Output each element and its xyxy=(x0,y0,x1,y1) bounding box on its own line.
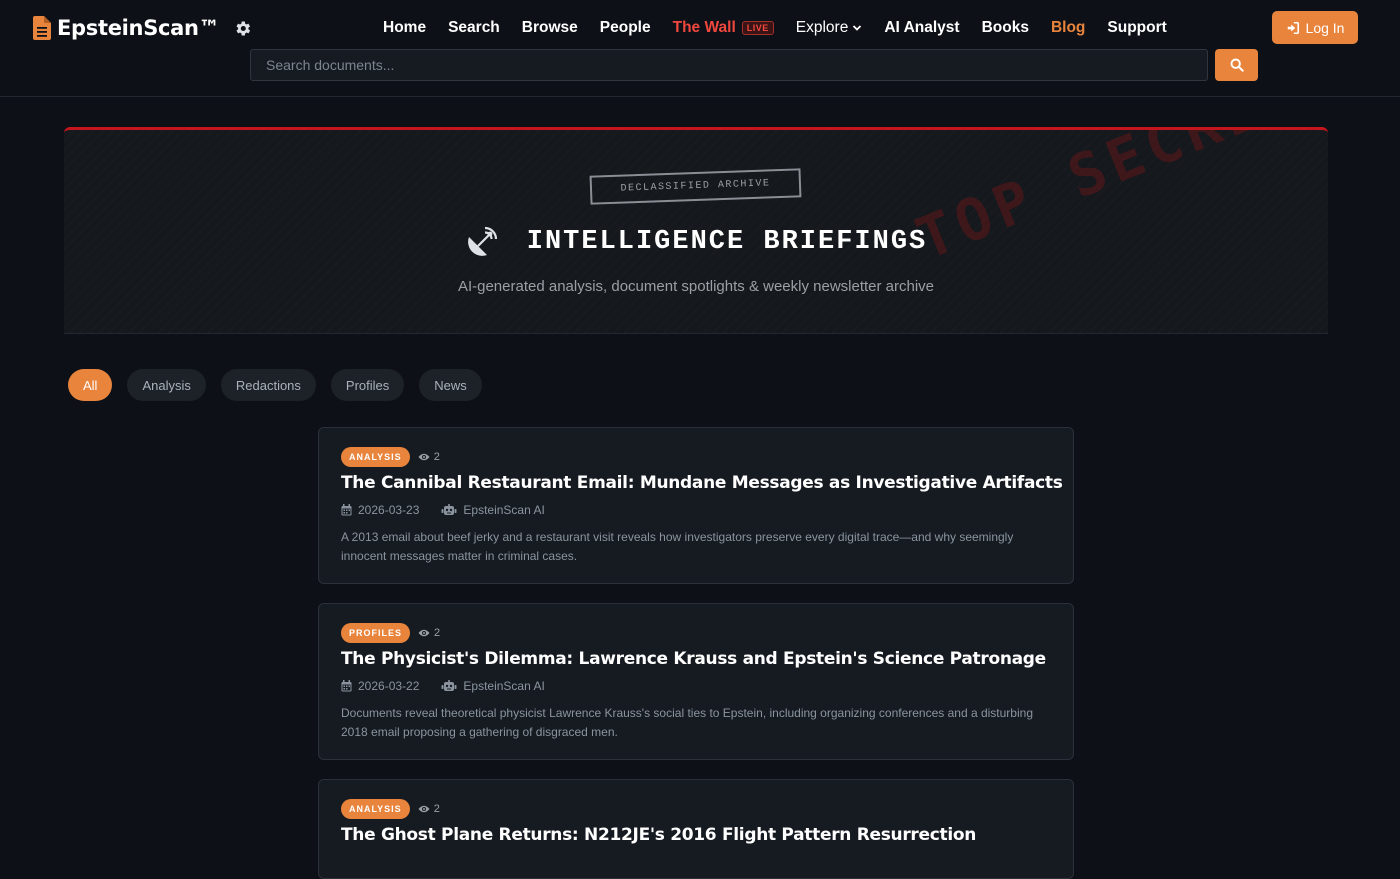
category-filters: All Analysis Redactions Profiles News xyxy=(68,369,482,401)
post-title[interactable]: The Ghost Plane Returns: N212JE's 2016 F… xyxy=(341,825,1053,845)
category-tag[interactable]: ANALYSIS xyxy=(341,447,410,467)
post-title[interactable]: The Cannibal Restaurant Email: Mundane M… xyxy=(341,473,1063,493)
nav-explore-label: Explore xyxy=(795,19,849,36)
view-count: 2 xyxy=(418,803,440,815)
search-input[interactable] xyxy=(250,49,1208,81)
search-icon xyxy=(1230,58,1244,72)
category-tag[interactable]: ANALYSIS xyxy=(341,799,410,819)
nav-the-wall[interactable]: The Wall LIVE xyxy=(673,19,774,37)
post-title[interactable]: The Physicist's Dilemma: Lawrence Krauss… xyxy=(341,649,1053,669)
search-button[interactable] xyxy=(1215,49,1258,81)
view-count-value: 2 xyxy=(434,627,441,639)
post-excerpt: Documents reveal theoretical physicist L… xyxy=(341,706,1033,739)
filter-all[interactable]: All xyxy=(68,369,113,401)
nav-the-wall-label: The Wall xyxy=(672,19,736,36)
nav-browse[interactable]: Browse xyxy=(522,19,578,37)
hero-heading: INTELLIGENCE BRIEFINGS xyxy=(526,227,928,257)
calendar-icon xyxy=(341,504,352,516)
filter-profiles[interactable]: Profiles xyxy=(330,369,405,401)
post-card[interactable]: ANALYSIS 2 The Cannibal Restaurant Email… xyxy=(318,427,1074,584)
robot-icon xyxy=(441,504,457,515)
post-meta-top: PROFILES 2 xyxy=(341,623,440,643)
post-author: EpsteinScan AI xyxy=(463,679,545,693)
document-icon xyxy=(33,16,51,40)
nav-people[interactable]: People xyxy=(600,19,651,37)
main-nav: Home Search Browse People The Wall LIVE … xyxy=(383,18,1189,38)
nav-home[interactable]: Home xyxy=(383,19,426,37)
post-date: 2026-03-23 xyxy=(358,503,420,517)
nav-search[interactable]: Search xyxy=(448,19,500,37)
filter-redactions[interactable]: Redactions xyxy=(220,369,316,401)
post-card[interactable]: ANALYSIS 2 The Ghost Plane Returns: N212… xyxy=(318,779,1074,879)
hero-banner: TOP SECRET DECLASSIFIED ARCHIVE INTELLIG… xyxy=(64,127,1328,334)
nav-ai-analyst[interactable]: AI Analyst xyxy=(884,19,959,37)
post-meta-top: ANALYSIS 2 xyxy=(341,799,440,819)
hero-subtitle: AI-generated analysis, document spotligh… xyxy=(457,278,935,295)
post-excerpt: A 2013 email about beef jerky and a rest… xyxy=(341,530,1014,563)
login-label: Log In xyxy=(1305,19,1345,36)
eye-icon xyxy=(418,805,430,813)
gear-icon[interactable] xyxy=(233,19,252,38)
nav-explore-dropdown[interactable]: Explore xyxy=(796,19,863,37)
view-count-value: 2 xyxy=(433,451,440,463)
top-navbar: EpsteinScan™ Home Search Browse People T… xyxy=(0,0,1400,97)
satellite-dish-icon xyxy=(467,226,497,256)
filter-news[interactable]: News xyxy=(419,369,482,401)
category-tag[interactable]: PROFILES xyxy=(341,623,411,643)
sign-in-icon xyxy=(1287,21,1299,34)
post-date: 2026-03-22 xyxy=(358,679,420,693)
post-author: EpsteinScan AI xyxy=(463,503,545,517)
robot-icon xyxy=(441,680,457,691)
brand-name: EpsteinScan™ xyxy=(57,16,220,40)
calendar-icon xyxy=(341,680,352,692)
post-meta: 2026-03-23 EpsteinScan AI xyxy=(341,502,545,518)
page-title: INTELLIGENCE BRIEFINGS xyxy=(64,222,1328,262)
view-count: 2 xyxy=(418,451,440,463)
filter-analysis[interactable]: Analysis xyxy=(127,369,206,401)
eye-icon xyxy=(418,453,430,461)
nav-blog[interactable]: Blog xyxy=(1051,19,1085,37)
post-meta: 2026-03-22 EpsteinScan AI xyxy=(341,678,545,694)
post-card[interactable]: PROFILES 2 The Physicist's Dilemma: Lawr… xyxy=(318,603,1074,760)
declassified-archive-tag: DECLASSIFIED ARCHIVE xyxy=(589,168,802,205)
view-count-value: 2 xyxy=(433,803,440,815)
login-button[interactable]: Log In xyxy=(1272,11,1358,44)
nav-books[interactable]: Books xyxy=(982,19,1029,37)
live-badge: LIVE xyxy=(741,21,774,35)
eye-icon xyxy=(418,629,430,637)
view-count: 2 xyxy=(418,627,440,639)
chevron-down-icon xyxy=(853,25,862,31)
nav-support[interactable]: Support xyxy=(1107,19,1166,37)
brand[interactable]: EpsteinScan™ xyxy=(33,14,252,42)
post-meta-top: ANALYSIS 2 xyxy=(341,447,440,467)
